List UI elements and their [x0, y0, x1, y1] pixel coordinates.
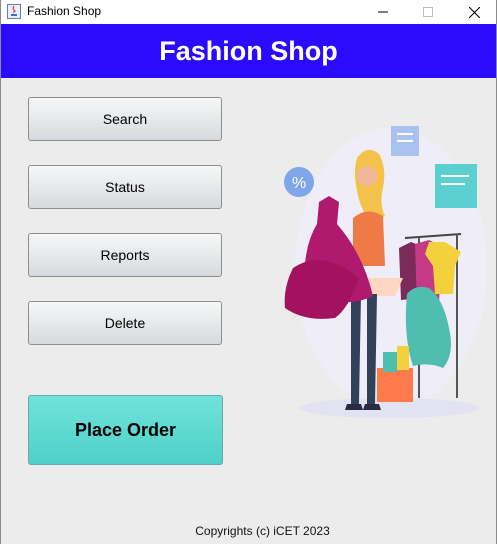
footer: Copyrights (c) iCET 2023 [1, 524, 496, 538]
delete-button[interactable]: Delete [28, 301, 222, 345]
title-bar[interactable]: Fashion Shop [1, 0, 496, 24]
copyright-text: Copyrights (c) iCET 2023 [195, 524, 330, 538]
svg-text:%: % [292, 175, 306, 192]
page-title: Fashion Shop [159, 35, 338, 66]
maximize-button[interactable] [405, 0, 451, 24]
fashion-shopping-illustration: % [284, 126, 487, 418]
search-button[interactable]: Search [28, 97, 222, 141]
reports-button[interactable]: Reports [28, 233, 222, 277]
close-button[interactable] [451, 0, 496, 24]
maximize-icon [423, 7, 433, 17]
window-title: Fashion Shop [27, 4, 102, 18]
close-icon [468, 6, 480, 18]
java-app-icon [7, 4, 21, 19]
place-order-button[interactable]: Place Order [28, 395, 223, 465]
minimize-button[interactable] [360, 0, 406, 24]
app-header: Fashion Shop [1, 24, 496, 78]
app-window: Fashion Shop Fashion Shop Search Status … [0, 0, 497, 544]
minimize-icon [378, 11, 388, 13]
status-button[interactable]: Status [28, 165, 222, 209]
